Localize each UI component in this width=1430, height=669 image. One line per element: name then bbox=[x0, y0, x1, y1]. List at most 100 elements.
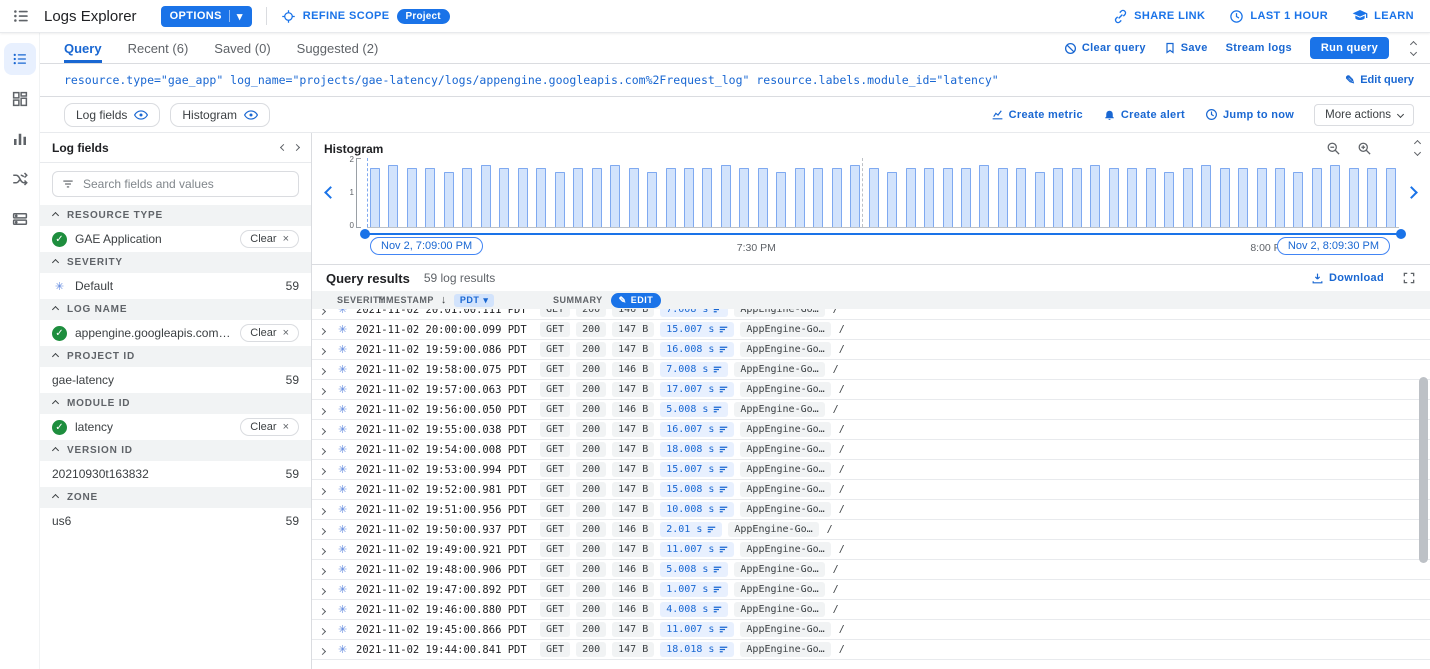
jump-to-now-button[interactable]: Jump to now bbox=[1205, 108, 1294, 121]
log-row[interactable]: ✳2021-11-02 20:00:00.099 PDTGET200147 B1… bbox=[312, 320, 1430, 340]
log-row[interactable]: ✳2021-11-02 19:56:00.050 PDTGET200146 B5… bbox=[312, 400, 1430, 420]
histogram-bar[interactable] bbox=[1146, 168, 1156, 227]
expand-row-icon[interactable] bbox=[320, 583, 334, 597]
histogram-bar[interactable] bbox=[721, 165, 731, 227]
run-query-button[interactable]: Run query bbox=[1310, 37, 1389, 59]
histogram-bar[interactable] bbox=[832, 168, 842, 227]
log-row[interactable]: ✳2021-11-02 19:47:00.892 PDTGET200146 B1… bbox=[312, 580, 1430, 600]
rail-logs-explorer-icon[interactable] bbox=[4, 43, 36, 75]
histogram-bar[interactable] bbox=[610, 165, 620, 227]
field-item[interactable]: 20210930t16383259 bbox=[40, 461, 311, 487]
time-range-slider[interactable] bbox=[364, 233, 1402, 235]
field-item[interactable]: ✳Default59 bbox=[40, 273, 311, 299]
log-row[interactable]: ✳2021-11-02 19:48:00.906 PDTGET200146 B5… bbox=[312, 560, 1430, 580]
tab-suggested[interactable]: Suggested (2) bbox=[297, 33, 379, 63]
histogram-bar[interactable] bbox=[407, 168, 417, 227]
expand-row-icon[interactable] bbox=[320, 503, 334, 517]
histogram-bar[interactable] bbox=[887, 172, 897, 227]
save-button[interactable]: Save bbox=[1164, 42, 1208, 54]
histogram-bar[interactable] bbox=[776, 172, 786, 227]
histogram-bar[interactable] bbox=[1127, 168, 1137, 227]
histogram-bar[interactable] bbox=[499, 168, 509, 227]
timezone-chip[interactable]: PDT ▾ bbox=[454, 294, 495, 307]
expand-row-icon[interactable] bbox=[320, 423, 334, 437]
expand-row-icon[interactable] bbox=[320, 643, 334, 657]
field-item[interactable]: ✓latencyClear× bbox=[40, 414, 311, 440]
histogram-bar[interactable] bbox=[1035, 172, 1045, 227]
histogram-bar[interactable] bbox=[943, 168, 953, 227]
log-row[interactable]: ✳2021-11-02 19:54:00.008 PDTGET200147 B1… bbox=[312, 440, 1430, 460]
histogram-bar[interactable] bbox=[1238, 168, 1248, 227]
clear-filter-button[interactable]: Clear× bbox=[240, 230, 299, 248]
field-item[interactable]: gae-latency59 bbox=[40, 367, 311, 393]
histogram-bar[interactable] bbox=[906, 168, 916, 227]
pan-right-icon[interactable] bbox=[1405, 186, 1418, 200]
histogram-bar[interactable] bbox=[1349, 168, 1359, 227]
field-section-header[interactable]: RESOURCE TYPE bbox=[40, 205, 311, 226]
histogram-bar[interactable] bbox=[998, 168, 1008, 227]
range-end-pill[interactable]: Nov 2, 8:09:30 PM bbox=[1277, 237, 1390, 255]
expand-row-icon[interactable] bbox=[320, 403, 334, 417]
histogram-bar[interactable] bbox=[1183, 168, 1193, 227]
histogram-bar[interactable] bbox=[1257, 168, 1267, 227]
query-text[interactable]: resource.type="gae_app" log_name="projec… bbox=[64, 73, 1329, 87]
log-row[interactable]: ✳2021-11-02 20:01:00.111 PDTGET200146 B7… bbox=[312, 309, 1430, 320]
field-item[interactable]: ✓appengine.googleapis.com/requ…Clear× bbox=[40, 320, 311, 346]
query-editor[interactable]: resource.type="gae_app" log_name="projec… bbox=[40, 64, 1430, 97]
more-actions-button[interactable]: More actions bbox=[1314, 104, 1414, 126]
log-row[interactable]: ✳2021-11-02 19:57:00.063 PDTGET200147 B1… bbox=[312, 380, 1430, 400]
histogram-bar[interactable] bbox=[370, 168, 380, 227]
histogram-toggle[interactable]: Histogram bbox=[170, 103, 270, 127]
zoom-out-icon[interactable] bbox=[1326, 141, 1341, 156]
histogram-bar[interactable] bbox=[388, 165, 398, 227]
field-section-header[interactable]: ZONE bbox=[40, 487, 311, 508]
histogram-bar[interactable] bbox=[1367, 168, 1377, 227]
rail-dashboard-icon[interactable] bbox=[4, 83, 36, 115]
histogram-bar[interactable] bbox=[1293, 172, 1303, 227]
log-row[interactable]: ✳2021-11-02 19:45:00.866 PDTGET200147 B1… bbox=[312, 620, 1430, 640]
expand-row-icon[interactable] bbox=[320, 463, 334, 477]
zoom-in-icon[interactable] bbox=[1357, 141, 1372, 156]
histogram-bar[interactable] bbox=[1220, 168, 1230, 227]
histogram-bar[interactable] bbox=[666, 168, 676, 227]
clear-filter-button[interactable]: Clear× bbox=[240, 324, 299, 342]
collapse-pane-icon[interactable] bbox=[1407, 42, 1420, 55]
expand-row-icon[interactable] bbox=[320, 523, 334, 537]
expand-row-icon[interactable] bbox=[320, 323, 334, 337]
options-button[interactable]: OPTIONS ▾ bbox=[161, 6, 252, 27]
histogram-bar[interactable] bbox=[1016, 168, 1026, 227]
log-row[interactable]: ✳2021-11-02 19:51:00.956 PDTGET200147 B1… bbox=[312, 500, 1430, 520]
create-metric-button[interactable]: Create metric bbox=[991, 108, 1083, 121]
histogram-bar[interactable] bbox=[536, 168, 546, 227]
histogram-bar[interactable] bbox=[573, 168, 583, 227]
histogram-bar[interactable] bbox=[1275, 168, 1285, 227]
log-fields-toggle[interactable]: Log fields bbox=[64, 103, 160, 127]
histogram-bar[interactable] bbox=[1072, 168, 1082, 227]
histogram-bar[interactable] bbox=[850, 165, 860, 227]
histogram-bar[interactable] bbox=[1386, 168, 1396, 227]
histogram-bar[interactable] bbox=[1090, 165, 1100, 227]
expand-row-icon[interactable] bbox=[320, 483, 334, 497]
histogram-bar[interactable] bbox=[961, 168, 971, 227]
histogram-bar[interactable] bbox=[1201, 165, 1211, 227]
expand-row-icon[interactable] bbox=[320, 563, 334, 577]
fullscreen-icon[interactable] bbox=[1402, 271, 1416, 285]
histogram-bar[interactable] bbox=[425, 168, 435, 227]
histogram-bar[interactable] bbox=[979, 165, 989, 227]
histogram-bar[interactable] bbox=[629, 168, 639, 227]
tab-recent[interactable]: Recent (6) bbox=[128, 33, 189, 63]
histogram-bar[interactable] bbox=[1053, 168, 1063, 227]
histogram-bar[interactable] bbox=[592, 168, 602, 227]
histogram-bars[interactable] bbox=[367, 158, 1399, 228]
log-row[interactable]: ✳2021-11-02 19:49:00.921 PDTGET200147 B1… bbox=[312, 540, 1430, 560]
field-section-header[interactable]: LOG NAME bbox=[40, 299, 311, 320]
histogram-bar[interactable] bbox=[795, 168, 805, 227]
expand-row-icon[interactable] bbox=[320, 383, 334, 397]
rail-metrics-icon[interactable] bbox=[4, 123, 36, 155]
clear-query-button[interactable]: Clear query bbox=[1064, 42, 1146, 55]
histogram-bar[interactable] bbox=[869, 168, 879, 227]
refine-scope-button[interactable]: REFINE SCOPE Project bbox=[281, 9, 450, 24]
histogram-bar[interactable] bbox=[1164, 172, 1174, 227]
range-start-pill[interactable]: Nov 2, 7:09:00 PM bbox=[370, 237, 483, 255]
histogram-bar[interactable] bbox=[702, 168, 712, 227]
